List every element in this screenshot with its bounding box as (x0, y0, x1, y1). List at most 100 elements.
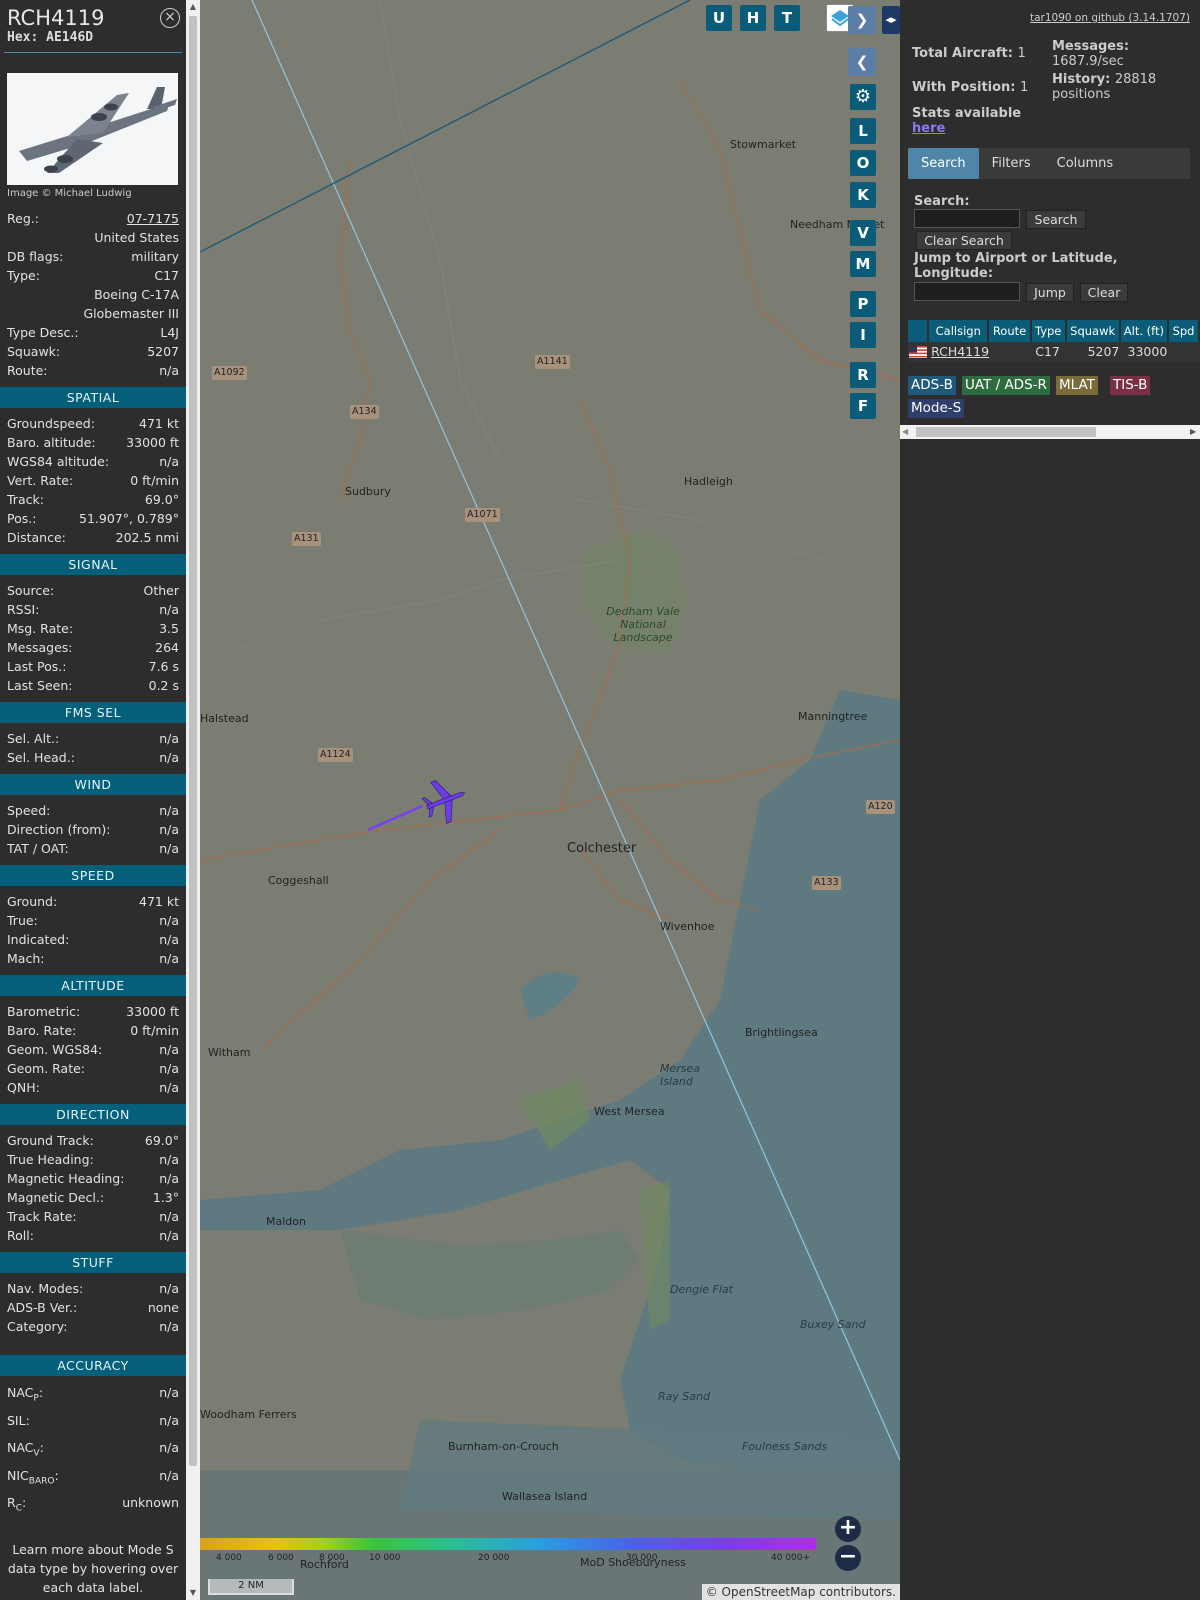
map-button-f[interactable]: F (850, 393, 876, 419)
collapse-sidebar-button[interactable]: ❮ (848, 48, 876, 76)
stats-link[interactable]: here (912, 121, 945, 136)
column-header[interactable]: Spd (1169, 320, 1198, 342)
column-header[interactable]: Squawk (1066, 320, 1119, 342)
accuracy-label[interactable]: SIL: (7, 1410, 30, 1438)
accuracy-label[interactable]: RC: (7, 1492, 26, 1520)
detail-label[interactable]: WGS84 altitude: (7, 452, 109, 471)
map-button-l[interactable]: L (850, 118, 876, 144)
detail-label[interactable]: Track Rate: (7, 1207, 77, 1226)
tab-columns[interactable]: Columns (1044, 148, 1127, 179)
detail-label[interactable]: TAT / OAT: (7, 839, 69, 858)
detail-label[interactable]: Barometric: (7, 1002, 80, 1021)
column-header[interactable]: Route (989, 320, 1030, 342)
scroll-right-icon[interactable]: ▶ (1190, 428, 1198, 436)
section-header-stuff[interactable]: STUFF (0, 1252, 186, 1273)
scrollbar-thumb[interactable] (189, 16, 197, 1466)
section-header-direction[interactable]: DIRECTION (0, 1104, 186, 1125)
search-button[interactable]: Search (1026, 210, 1086, 229)
detail-label[interactable]: Distance: (7, 528, 66, 547)
detail-label[interactable]: QNH: (7, 1078, 40, 1097)
scroll-left-icon[interactable]: ◀ (902, 428, 910, 436)
column-header[interactable]: Type (1031, 320, 1065, 342)
scroll-up-icon[interactable]: ▲ (186, 0, 200, 14)
section-header-signal[interactable]: SIGNAL (0, 554, 186, 575)
detail-label[interactable]: Last Pos.: (7, 657, 66, 676)
detail-label[interactable]: Indicated: (7, 930, 69, 949)
section-header-accuracy[interactable]: ACCURACY (0, 1355, 186, 1376)
detail-label[interactable]: Magnetic Heading: (7, 1169, 124, 1188)
aircraft-photo[interactable] (7, 73, 178, 185)
accuracy-label[interactable]: NACV: (7, 1437, 44, 1465)
zoom-in-button[interactable]: + (835, 1516, 861, 1542)
clear-search-button[interactable]: Clear Search (916, 231, 1012, 250)
map-button-o[interactable]: O (850, 150, 876, 176)
settings-button[interactable]: ⚙ (850, 84, 876, 110)
map-button-u[interactable]: U (706, 5, 732, 31)
section-header-fms-sel[interactable]: FMS SEL (0, 702, 186, 723)
detail-label[interactable]: Geom. WGS84: (7, 1040, 102, 1059)
map-button-v[interactable]: V (850, 220, 876, 246)
map-view[interactable]: Stowmarket Needham Market Hadleigh Sudbury D… (200, 0, 900, 1600)
detail-label[interactable]: Msg. Rate: (7, 619, 73, 638)
detail-label[interactable]: Baro. altitude: (7, 433, 96, 452)
map-button-p[interactable]: P (850, 291, 876, 317)
row-callsign-link[interactable]: RCH4119 (929, 342, 989, 362)
detail-label[interactable]: Magnetic Decl.: (7, 1188, 104, 1207)
column-header[interactable]: Alt. (ft) (1120, 320, 1168, 342)
detail-label[interactable]: Last Seen: (7, 676, 72, 695)
detail-label[interactable]: RSSI: (7, 600, 39, 619)
zoom-out-button[interactable]: − (835, 1545, 861, 1571)
detail-label[interactable]: Source: (7, 581, 54, 600)
jump-input[interactable] (914, 282, 1020, 301)
map-button-h[interactable]: H (740, 5, 766, 31)
detail-label[interactable]: Track: (7, 490, 44, 509)
detail-label[interactable]: Messages: (7, 638, 73, 657)
accuracy-label[interactable]: NACP: (7, 1382, 43, 1410)
jump-button[interactable]: Jump (1026, 283, 1074, 302)
detail-label[interactable]: Ground: (7, 892, 57, 911)
detail-label[interactable]: Speed: (7, 801, 50, 820)
detail-label[interactable]: True Heading: (7, 1150, 94, 1169)
detail-label[interactable]: Roll: (7, 1226, 34, 1245)
detail-label[interactable]: True: (7, 911, 38, 930)
toggle-layout-button[interactable]: ◂▸ (882, 6, 900, 34)
section-header-altitude[interactable]: ALTITUDE (0, 975, 186, 996)
detail-label[interactable]: Ground Track: (7, 1131, 94, 1150)
map-button-k[interactable]: K (850, 182, 876, 208)
detail-label[interactable]: Sel. Head.: (7, 748, 75, 767)
clear-button[interactable]: Clear (1080, 283, 1128, 302)
scroll-down-icon[interactable]: ▼ (186, 1586, 200, 1600)
map-button-m[interactable]: M (850, 251, 876, 277)
map-button-i[interactable]: I (850, 322, 876, 348)
detail-label[interactable]: Sel. Alt.: (7, 729, 59, 748)
detail-label[interactable]: Groundspeed: (7, 414, 95, 433)
tab-search[interactable]: Search (908, 148, 979, 179)
close-icon[interactable]: × (160, 8, 180, 28)
column-header[interactable]: Callsign (929, 320, 988, 342)
map-button-t[interactable]: T (774, 5, 800, 31)
section-header-speed[interactable]: SPEED (0, 865, 186, 886)
section-header-spatial[interactable]: SPATIAL (0, 387, 186, 408)
detail-label[interactable]: Mach: (7, 949, 44, 968)
map-button-r[interactable]: R (850, 362, 876, 388)
github-link[interactable]: tar1090 on github (3.14.1707) (1030, 12, 1190, 24)
detail-label[interactable]: Direction (from): (7, 820, 111, 839)
hscroll-thumb[interactable] (916, 427, 1096, 437)
detail-label[interactable]: ADS-B Ver.: (7, 1298, 77, 1317)
expand-sidebar-button[interactable]: ❯ (848, 6, 876, 34)
detail-label[interactable]: Pos.: (7, 509, 36, 528)
accuracy-label[interactable]: NICBARO: (7, 1465, 59, 1493)
registration-link[interactable]: 07-7175 (127, 209, 179, 228)
tab-filters[interactable]: Filters (979, 148, 1044, 179)
map-attribution[interactable]: © OpenStreetMap contributors. (701, 1584, 900, 1600)
detail-label[interactable]: Geom. Rate: (7, 1059, 85, 1078)
table-row[interactable]: RCH4119 C17 5207 33000 (908, 342, 1200, 362)
sidebar-scrollbar[interactable]: ▲ ▼ (186, 0, 200, 1600)
search-input[interactable] (914, 209, 1020, 228)
detail-label[interactable]: Nav. Modes: (7, 1279, 83, 1298)
table-hscrollbar[interactable]: ◀ ▶ (900, 425, 1200, 439)
detail-label[interactable]: Baro. Rate: (7, 1021, 76, 1040)
detail-label[interactable]: Vert. Rate: (7, 471, 73, 490)
section-header-wind[interactable]: WIND (0, 774, 186, 795)
detail-label[interactable]: Category: (7, 1317, 67, 1336)
